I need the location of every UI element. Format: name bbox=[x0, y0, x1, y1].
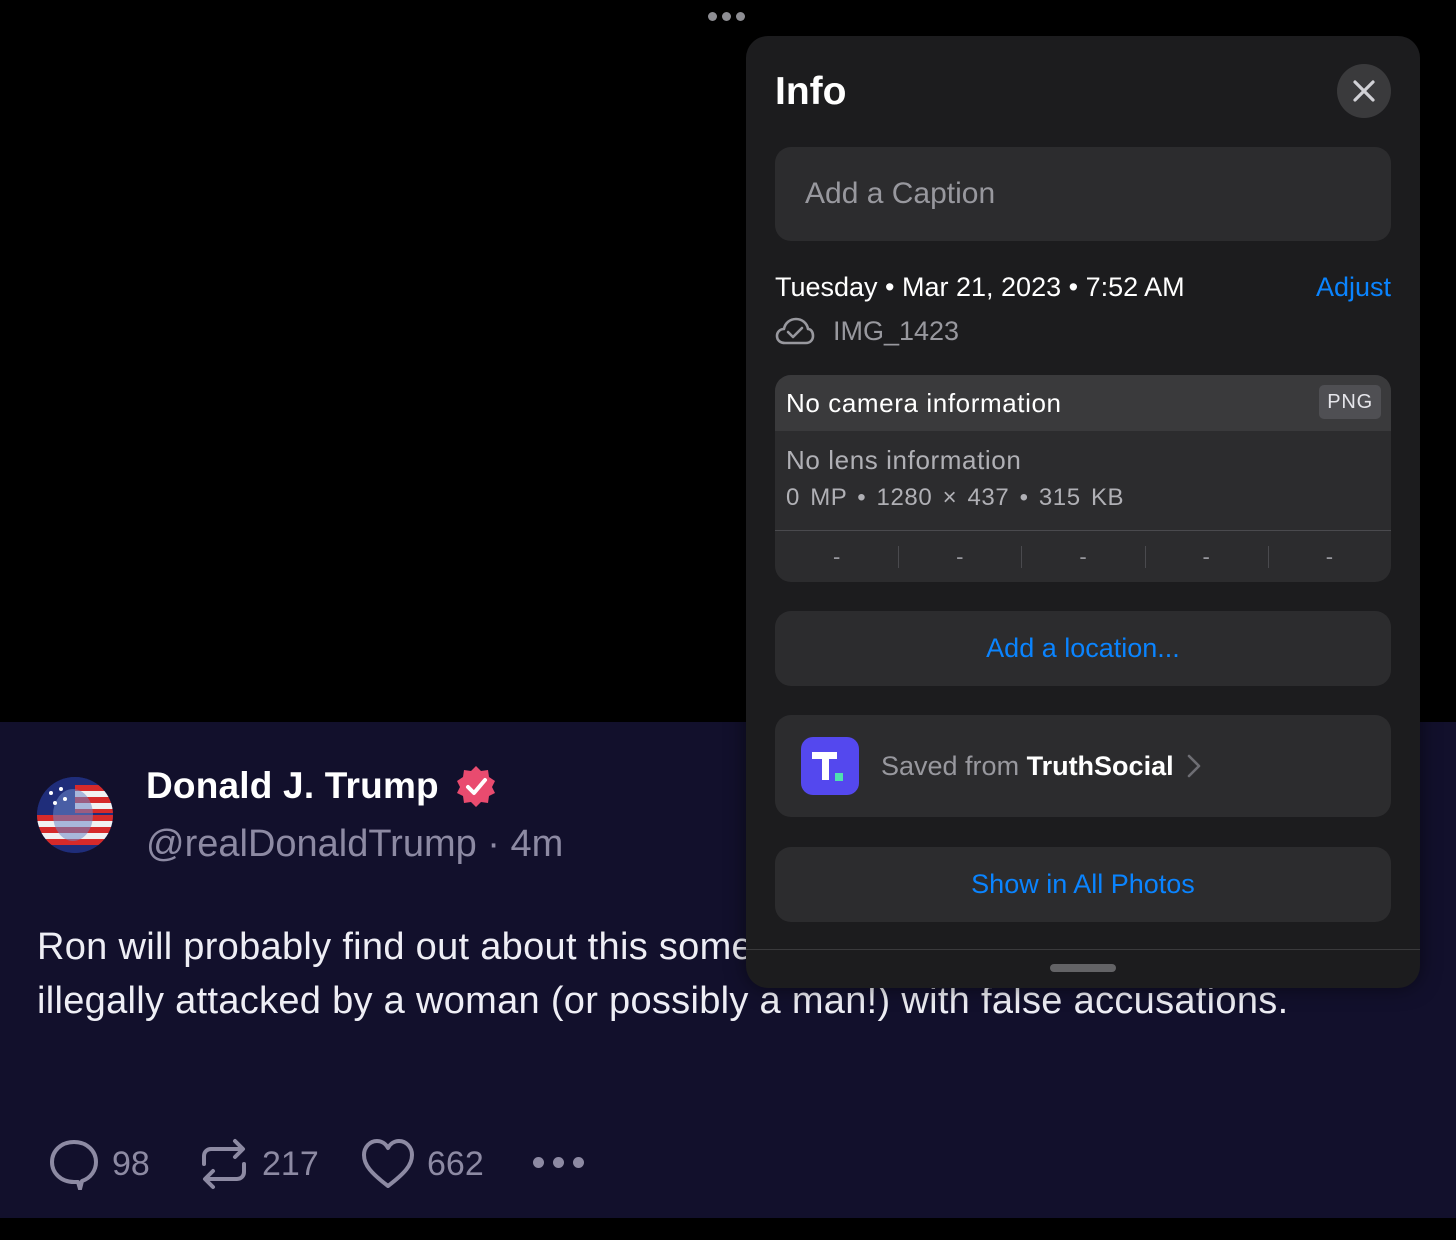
verified-badge-icon bbox=[457, 766, 495, 807]
saved-from-label: Saved from TruthSocial bbox=[881, 750, 1174, 781]
sheet-grabber[interactable] bbox=[1050, 964, 1116, 972]
author-handle[interactable]: @realDonaldTrump · 4m bbox=[146, 823, 563, 866]
close-button[interactable] bbox=[1337, 64, 1391, 118]
saved-app-name: TruthSocial bbox=[1026, 750, 1174, 781]
camera-model: No camera information bbox=[786, 388, 1062, 418]
adjust-button[interactable]: Adjust bbox=[1316, 272, 1391, 303]
author-name[interactable]: Donald J. Trump bbox=[146, 765, 439, 807]
heart-icon bbox=[362, 1139, 414, 1188]
caption-input[interactable] bbox=[775, 147, 1391, 241]
repost-icon bbox=[202, 1139, 246, 1189]
repost-button[interactable]: 217 bbox=[198, 1138, 319, 1190]
saved-from-row[interactable]: Saved from TruthSocial bbox=[775, 715, 1391, 817]
reply-icon bbox=[50, 1140, 98, 1190]
truthsocial-app-icon bbox=[801, 737, 859, 795]
exif-focal-length: - bbox=[898, 531, 1021, 582]
sheet-title: Info bbox=[775, 70, 847, 113]
exif-aperture: - bbox=[1144, 531, 1268, 582]
exif-exposure-value: - bbox=[1021, 531, 1144, 582]
image-specs: 0 MP • 1280 × 437 • 315 KB bbox=[786, 484, 1125, 511]
file-name: IMG_1423 bbox=[833, 315, 960, 346]
divider bbox=[746, 949, 1420, 950]
add-location-label: Add a location... bbox=[986, 633, 1180, 663]
like-count: 662 bbox=[427, 1144, 484, 1183]
file-row: IMG_1423 bbox=[775, 314, 959, 348]
exif-cells: - - - - - bbox=[775, 531, 1391, 582]
camera-info-card: No camera information PNG No lens inform… bbox=[775, 375, 1391, 582]
reply-button[interactable]: 98 bbox=[48, 1138, 150, 1190]
capture-date: Tuesday • Mar 21, 2023 • 7:52 AM bbox=[775, 272, 1185, 302]
add-location-button[interactable]: Add a location... bbox=[775, 611, 1391, 686]
lens-info: No lens information bbox=[786, 445, 1022, 475]
avatar bbox=[37, 777, 113, 853]
show-in-all-photos-label: Show in All Photos bbox=[971, 869, 1195, 899]
exif-iso: - bbox=[832, 543, 841, 569]
repost-count: 217 bbox=[262, 1144, 319, 1183]
format-badge: PNG bbox=[1319, 385, 1381, 419]
exif-shutter-speed: - bbox=[1267, 531, 1391, 582]
reply-count: 98 bbox=[112, 1144, 150, 1183]
multitasking-handle[interactable] bbox=[708, 12, 745, 21]
close-icon bbox=[1353, 80, 1375, 102]
like-button[interactable]: 662 bbox=[361, 1138, 484, 1190]
info-sheet: Info Tuesday • Mar 21, 2023 • 7:52 AM Ad… bbox=[746, 36, 1420, 988]
chevron-right-icon bbox=[1187, 754, 1200, 778]
camera-info-header: No camera information PNG bbox=[775, 375, 1391, 431]
more-icon[interactable] bbox=[533, 1157, 584, 1168]
show-in-all-photos-button[interactable]: Show in All Photos bbox=[775, 847, 1391, 922]
icloud-synced-icon bbox=[775, 317, 815, 345]
